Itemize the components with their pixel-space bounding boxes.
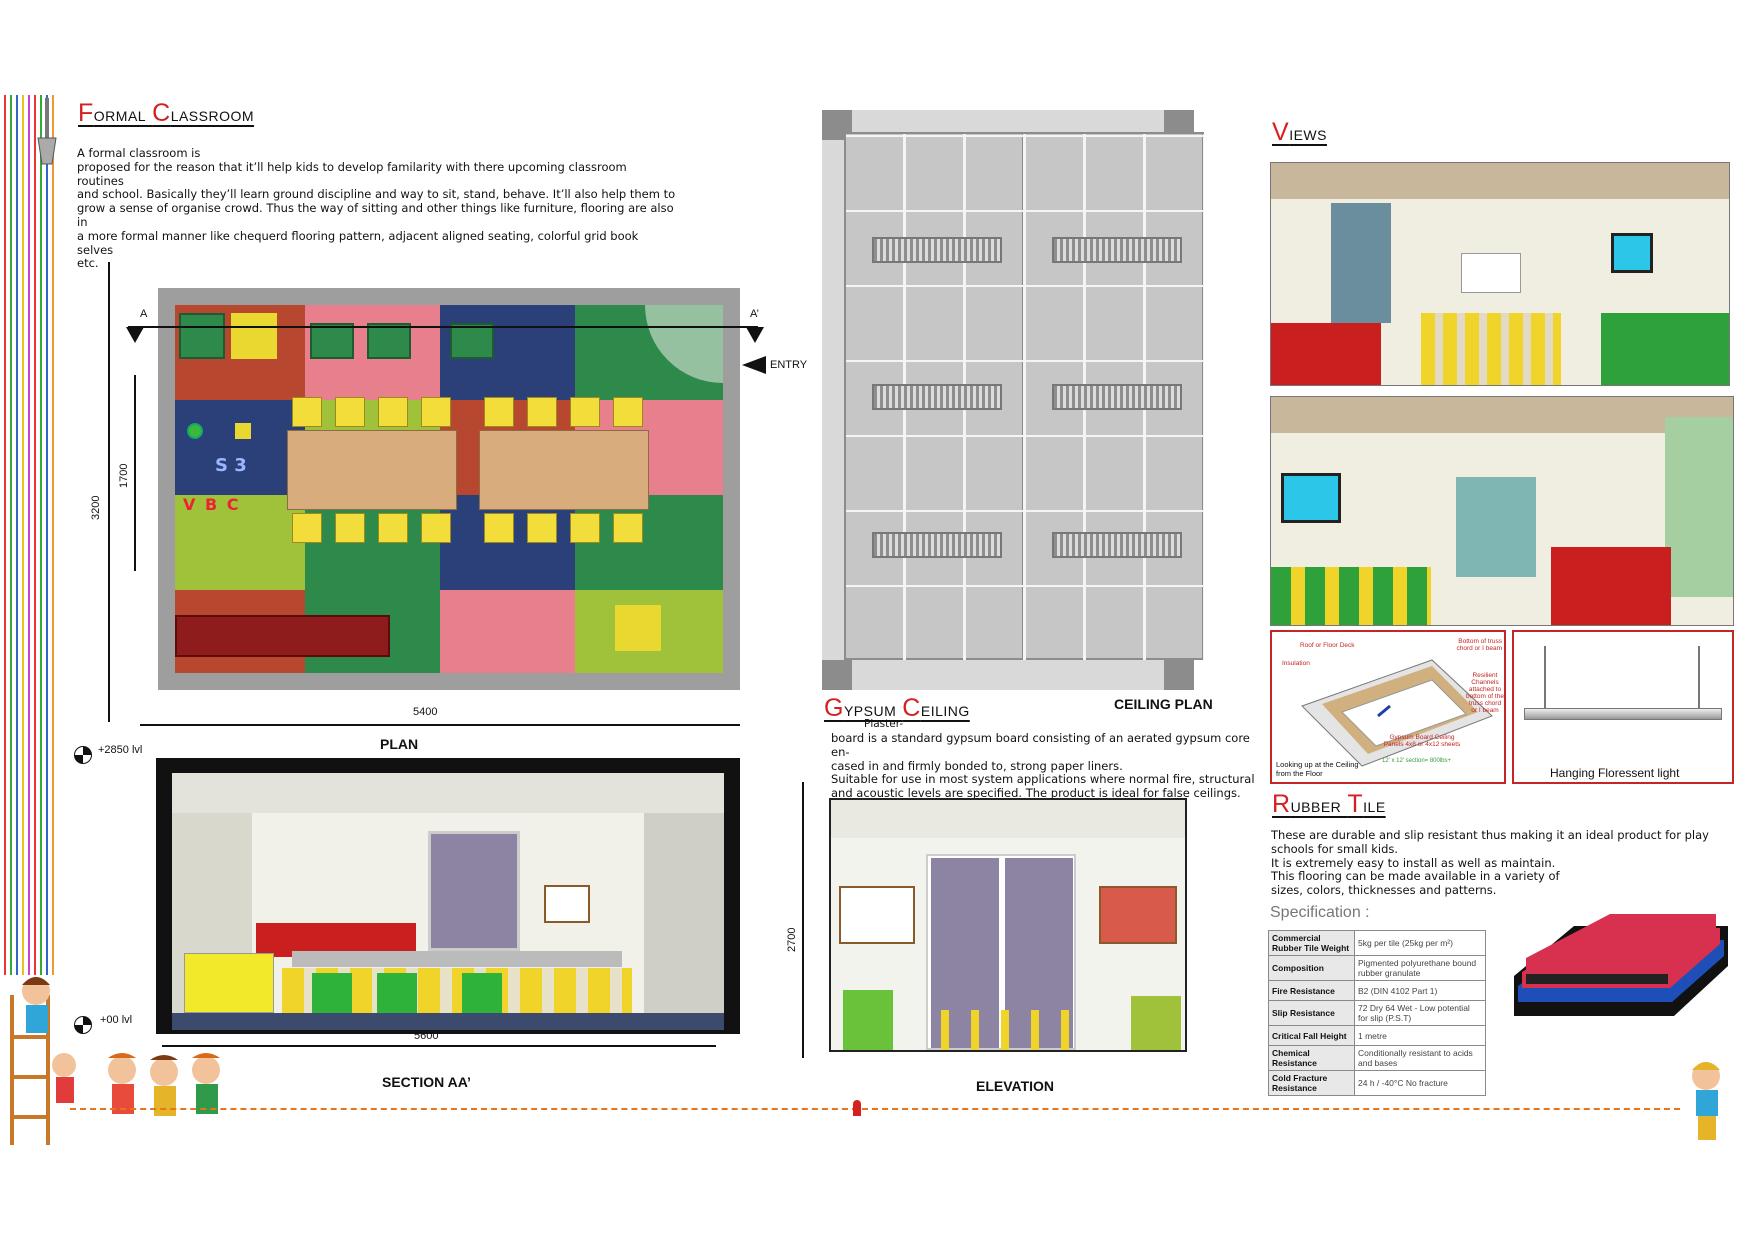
level-bottom-label: +00 lvl bbox=[100, 1014, 133, 1026]
insulation-label: Insulation bbox=[1282, 660, 1310, 667]
ceiling-light-6 bbox=[1052, 532, 1182, 558]
table-row: Critical Fall Height 1 metre bbox=[1268, 1025, 1486, 1046]
rubber-tile-photo bbox=[1514, 906, 1728, 1048]
flag-marker-icon bbox=[853, 1100, 861, 1116]
table-row: Cold Fracture Resistance 24 h / -40°C No … bbox=[1268, 1070, 1486, 1096]
section-mark-right: A’ bbox=[750, 308, 759, 320]
ceiling-light-1 bbox=[872, 237, 1002, 263]
formal-classroom-title: Formal Classroom bbox=[78, 99, 255, 127]
views-title: Views bbox=[1272, 118, 1327, 146]
classroom-view-2 bbox=[1270, 396, 1734, 626]
table-row: Composition Pigmented polyurethane bound … bbox=[1268, 955, 1486, 981]
gypsum-ceiling-detail: Roof or Floor Deck Bottom of truss chord… bbox=[1270, 630, 1506, 784]
hanging-light-detail: Hanging Floressent light bbox=[1512, 630, 1734, 784]
section-width-dim-line bbox=[162, 1045, 716, 1047]
table-row: Chemical Resistance Conditionally resista… bbox=[1268, 1045, 1486, 1071]
ceiling-light-3 bbox=[872, 384, 1002, 410]
section-load-label: 12' x 12' section= 800lbs+ bbox=[1382, 758, 1452, 764]
kid-right-decoration-icon bbox=[1676, 1058, 1736, 1148]
elevation-dim-line bbox=[802, 782, 804, 1058]
elevation-dim: 2700 bbox=[786, 927, 798, 952]
ceiling-light-2 bbox=[1052, 237, 1182, 263]
entry-label: ENTRY bbox=[770, 359, 808, 371]
floor-letters-1: S 3 bbox=[215, 455, 247, 476]
rope-divider bbox=[70, 1108, 1680, 1110]
section-width-dim: 5600 bbox=[414, 1030, 439, 1042]
rubber-tile-title: Rubber Tile bbox=[1272, 790, 1386, 818]
level-bottom-marker-icon bbox=[74, 1016, 92, 1034]
section-cut-line bbox=[128, 326, 758, 328]
plan-floor: S 3 V B C bbox=[175, 305, 723, 673]
elevation-render bbox=[829, 798, 1187, 1052]
plan-depth-dim-line bbox=[108, 262, 110, 722]
broom-decoration-icon bbox=[36, 98, 58, 168]
table-row: Fire Resistance B2 (DIN 4102 Part 1) bbox=[1268, 980, 1486, 1001]
level-top-marker-icon bbox=[74, 746, 92, 764]
panel-label: Gypsum Board Ceiling Panels 4x8 or 4x12 … bbox=[1383, 734, 1461, 748]
rubber-tile-description: These are durable and slip resistant thu… bbox=[1271, 828, 1709, 898]
hanging-light-label: Hanging Floressent light bbox=[1550, 766, 1680, 780]
decorative-strings bbox=[0, 95, 58, 975]
elevation-label: ELEVATION bbox=[976, 1078, 1055, 1094]
section-render bbox=[172, 773, 724, 1030]
spec-heading: Specification : bbox=[1270, 904, 1370, 921]
ceiling-light-5 bbox=[872, 532, 1002, 558]
section-arrow-left-icon bbox=[126, 327, 144, 343]
formal-classroom-description: A formal classroom is proposed for the r… bbox=[77, 146, 676, 271]
looking-up-label: Looking up at the Ceiling from the Floor bbox=[1276, 760, 1359, 778]
ceiling-light-4 bbox=[1052, 384, 1182, 410]
section-arrow-right-icon bbox=[746, 327, 764, 343]
floor-letters-2: V B C bbox=[183, 495, 241, 514]
plan-label: PLAN bbox=[380, 736, 419, 752]
plan-inner-dim: 1700 bbox=[118, 463, 130, 488]
entry-arrow-icon bbox=[742, 356, 766, 374]
gypsum-description: board is a standard gypsum board consist… bbox=[831, 731, 1255, 801]
section-mark-left: A bbox=[140, 308, 148, 320]
table-row: Commercial Rubber Tile Weight 5kg per til… bbox=[1268, 930, 1486, 956]
table-row: Slip Resistance 72 Dry 64 Wet - Low poten… bbox=[1268, 1000, 1486, 1026]
gypsum-plaster-word: Plaster- bbox=[864, 718, 904, 730]
classroom-view-1 bbox=[1270, 162, 1730, 386]
bottom-label: Bottom of truss chord or I beam bbox=[1456, 638, 1502, 652]
level-top-label: +2850 lvl bbox=[98, 744, 143, 756]
roof-label: Roof or Floor Deck bbox=[1300, 642, 1355, 649]
ceiling-plan-label: CEILING PLAN bbox=[1114, 696, 1213, 712]
plan-width-dim-line bbox=[140, 724, 740, 726]
resilient-label: Resilient Channels attached to bottom of… bbox=[1466, 672, 1504, 714]
spec-table: Commercial Rubber Tile Weight 5kg per til… bbox=[1268, 930, 1486, 1096]
section-label: SECTION AA’ bbox=[382, 1074, 471, 1090]
kids-tug-of-war-decoration-icon bbox=[102, 1052, 242, 1142]
kids-ladder-decoration-icon bbox=[6, 975, 76, 1145]
plan-inner-dim-line bbox=[134, 375, 136, 571]
plan-depth-dim: 3200 bbox=[90, 495, 102, 520]
plan-width-dim: 5400 bbox=[413, 706, 438, 718]
